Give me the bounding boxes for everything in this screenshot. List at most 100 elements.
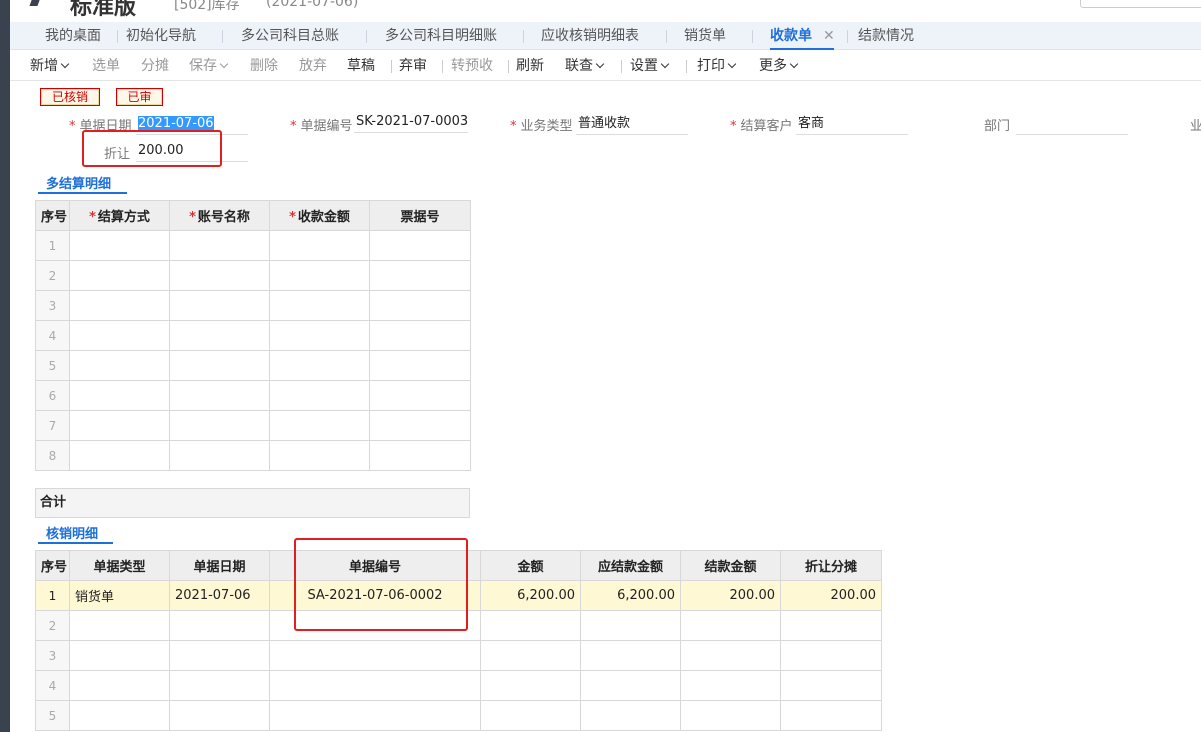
- table-cell[interactable]: [169, 410, 270, 441]
- table-cell[interactable]: [169, 670, 270, 701]
- table-cell[interactable]: [369, 230, 471, 261]
- table-cell[interactable]: [780, 700, 882, 731]
- table-cell[interactable]: [69, 260, 170, 291]
- col-header-settled-amount[interactable]: 结款金额: [680, 550, 781, 581]
- table-cell[interactable]: [269, 440, 370, 471]
- table-cell[interactable]: [480, 640, 581, 671]
- table-cell[interactable]: [680, 700, 781, 731]
- table-cell[interactable]: [369, 260, 471, 291]
- col-header-method[interactable]: * 结算方式: [69, 200, 170, 231]
- table-cell[interactable]: [780, 610, 882, 641]
- cell-settled-amount[interactable]: 200.00: [680, 580, 781, 611]
- close-icon[interactable]: ✕: [823, 22, 835, 50]
- table-cell[interactable]: [169, 440, 270, 471]
- table-cell[interactable]: [580, 670, 681, 701]
- col-header-doc-type[interactable]: 单据类型: [69, 550, 170, 581]
- cell-discount-share[interactable]: 200.00: [780, 580, 882, 611]
- lookup-button[interactable]: 联查: [565, 51, 605, 81]
- tab-receipt[interactable]: 收款单: [770, 22, 834, 50]
- table-cell[interactable]: [680, 610, 781, 641]
- table-cell[interactable]: [480, 700, 581, 731]
- table-cell[interactable]: [369, 440, 471, 471]
- table-cell[interactable]: [269, 290, 370, 321]
- table-cell[interactable]: [269, 700, 481, 731]
- col-header-doc-date[interactable]: 单据日期: [169, 550, 270, 581]
- col-header-bill-no[interactable]: 票据号: [369, 200, 471, 231]
- col-header-due-amount[interactable]: 应结款金额: [580, 550, 681, 581]
- table-cell[interactable]: [169, 350, 270, 381]
- allocate-button[interactable]: 分摊: [141, 51, 169, 81]
- new-button[interactable]: 新增: [30, 51, 70, 81]
- table-cell[interactable]: [369, 380, 471, 411]
- table-cell[interactable]: [269, 260, 370, 291]
- table-cell[interactable]: [169, 380, 270, 411]
- table-cell[interactable]: [269, 320, 370, 351]
- table-cell[interactable]: [169, 290, 270, 321]
- table-cell[interactable]: [69, 700, 170, 731]
- save-button[interactable]: 保存: [189, 51, 229, 81]
- table-cell[interactable]: [580, 610, 681, 641]
- tab-init-guide[interactable]: 初始化导航: [126, 22, 196, 50]
- table-cell[interactable]: [69, 320, 170, 351]
- table-cell[interactable]: [269, 350, 370, 381]
- delete-button[interactable]: 删除: [250, 51, 278, 81]
- dept-field[interactable]: [1016, 115, 1128, 135]
- tab-sales-order[interactable]: 销货单: [684, 22, 726, 50]
- customer-field[interactable]: 客商: [796, 115, 908, 135]
- col-header-amount[interactable]: * 收款金额: [269, 200, 370, 231]
- to-prepay-button[interactable]: 转预收: [451, 51, 493, 81]
- highlight-box-doc-number: [294, 538, 468, 631]
- number-field[interactable]: SK-2021-07-0003: [354, 113, 468, 133]
- tab-ar-writeoff[interactable]: 应收核销明细表: [541, 22, 639, 50]
- table-cell[interactable]: [780, 670, 882, 701]
- table-cell[interactable]: [680, 670, 781, 701]
- table-cell[interactable]: [269, 670, 481, 701]
- table-cell[interactable]: [269, 380, 370, 411]
- table-cell[interactable]: [369, 410, 471, 441]
- table-cell[interactable]: [169, 610, 270, 641]
- col-header-amount[interactable]: 金额: [480, 550, 581, 581]
- table-cell[interactable]: [69, 410, 170, 441]
- table-cell[interactable]: [69, 380, 170, 411]
- table-cell[interactable]: [69, 350, 170, 381]
- biztype-field[interactable]: 普通收款: [576, 115, 688, 135]
- more-button[interactable]: 更多: [759, 51, 799, 81]
- table-cell[interactable]: [69, 290, 170, 321]
- table-cell[interactable]: [780, 640, 882, 671]
- tab-multi-detail[interactable]: 多公司科目明细账: [385, 22, 497, 50]
- tab-multi-ledger[interactable]: 多公司科目总账: [241, 22, 339, 50]
- table-cell[interactable]: [269, 640, 481, 671]
- refresh-button[interactable]: 刷新: [516, 51, 544, 81]
- table-cell[interactable]: [580, 700, 681, 731]
- table-cell[interactable]: [480, 610, 581, 641]
- table-cell[interactable]: [680, 640, 781, 671]
- table-cell[interactable]: [269, 230, 370, 261]
- table-cell[interactable]: [69, 610, 170, 641]
- tab-settlement-status[interactable]: 结款情况: [858, 22, 914, 50]
- table-cell[interactable]: [580, 640, 681, 671]
- table-cell[interactable]: [169, 260, 270, 291]
- table-cell[interactable]: [480, 670, 581, 701]
- discard-button[interactable]: 放弃: [299, 51, 327, 81]
- table-cell[interactable]: [169, 320, 270, 351]
- table-cell[interactable]: [69, 640, 170, 671]
- table-cell[interactable]: [369, 350, 471, 381]
- table-cell[interactable]: [369, 290, 471, 321]
- select-button[interactable]: 选单: [92, 51, 120, 81]
- table-cell[interactable]: [69, 230, 170, 261]
- col-header-discount-share[interactable]: 折让分摊: [780, 550, 882, 581]
- table-cell[interactable]: [69, 670, 170, 701]
- tab-desktop[interactable]: 我的桌面: [45, 22, 101, 50]
- top-search-input[interactable]: [1080, 0, 1201, 8]
- table-cell[interactable]: [169, 700, 270, 731]
- col-header-account[interactable]: * 账号名称: [169, 200, 270, 231]
- settings-button[interactable]: 设置: [630, 51, 670, 81]
- draft-button[interactable]: 草稿: [347, 51, 375, 81]
- print-button[interactable]: 打印: [697, 51, 737, 81]
- table-cell[interactable]: [169, 230, 270, 261]
- unaudit-button[interactable]: 弃审: [399, 51, 427, 81]
- table-cell[interactable]: [269, 410, 370, 441]
- table-cell[interactable]: [169, 640, 270, 671]
- table-cell[interactable]: [369, 320, 471, 351]
- table-cell[interactable]: [69, 440, 170, 471]
